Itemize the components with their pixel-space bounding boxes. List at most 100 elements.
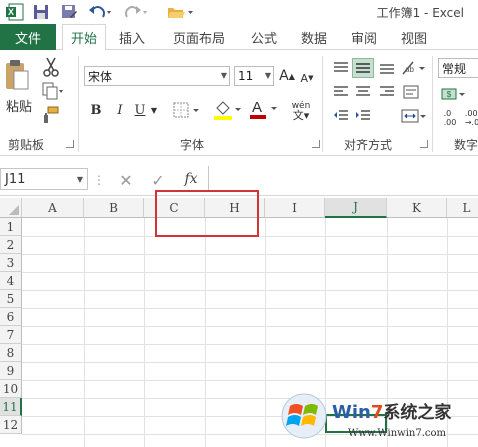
column-header[interactable]: L (447, 198, 478, 218)
chevron-down-icon: ▼ (264, 71, 271, 80)
watermark-brand-number: 7 (370, 402, 384, 423)
paste-button[interactable]: 粘贴 (4, 96, 34, 115)
orientation-icon[interactable]: ab (400, 58, 428, 78)
clipboard-launcher-icon[interactable] (66, 140, 74, 148)
row-header[interactable]: 5 (0, 290, 22, 308)
excel-logo-icon: X (4, 2, 26, 22)
merge-center-icon[interactable] (400, 106, 428, 126)
copy-icon[interactable] (40, 80, 66, 102)
row-header[interactable]: 10 (0, 380, 22, 398)
font-group-label: 字体 (180, 138, 205, 152)
align-top-icon[interactable] (330, 58, 352, 78)
select-all-corner[interactable] (0, 198, 22, 218)
confirm-entry-icon[interactable]: ✓ (146, 170, 170, 190)
tab-home[interactable]: 开始 (62, 24, 106, 51)
paste-icon[interactable] (4, 58, 30, 94)
chevron-down-icon: ▼ (220, 71, 227, 80)
tab-page-layout[interactable]: 页面布局 (166, 24, 232, 50)
undo-icon[interactable] (86, 2, 114, 22)
gridline (265, 218, 266, 447)
format-painter-icon[interactable] (40, 104, 62, 126)
insert-function-icon[interactable]: fx (178, 168, 204, 190)
increase-decimal-button[interactable]: .0 .00 (440, 106, 460, 130)
column-header[interactable]: A (22, 198, 84, 218)
fill-color-icon[interactable] (212, 98, 244, 122)
svg-text:ab: ab (405, 65, 414, 74)
column-header[interactable]: I (265, 198, 325, 218)
ribbon-tabs: 文件 开始 插入 页面布局 公式 数据 审阅 视图 (0, 24, 478, 51)
row-header[interactable]: 9 (0, 362, 22, 380)
font-color-button[interactable]: A (248, 96, 280, 122)
font-color-letter: A (252, 99, 262, 116)
gridline (22, 290, 478, 291)
group-separator (322, 56, 323, 152)
align-right-icon[interactable] (376, 82, 398, 102)
row-header[interactable]: 4 (0, 272, 22, 290)
gridline (205, 218, 206, 447)
column-header[interactable]: B (84, 198, 144, 218)
row-header-selected[interactable]: 11 (0, 398, 22, 416)
underline-dropdown-icon[interactable]: ▼ (148, 100, 160, 120)
name-box[interactable]: J11 ▼ (0, 168, 88, 190)
title-bar: X 工作簿1 - Excel (0, 0, 478, 24)
group-separator (78, 56, 79, 152)
tab-view[interactable]: 视图 (394, 24, 434, 50)
formula-input[interactable] (208, 166, 478, 192)
open-folder-icon[interactable] (164, 2, 198, 22)
font-name-combo[interactable]: 宋体 ▼ (84, 66, 230, 86)
phonetic-char-icon: 文▾ (292, 109, 310, 122)
increase-indent-icon[interactable] (352, 106, 374, 126)
tab-file[interactable]: 文件 (0, 24, 56, 50)
gridline (22, 254, 478, 255)
underline-button[interactable]: U (132, 100, 148, 120)
accounting-format-icon[interactable]: $ (440, 84, 468, 104)
gridline (84, 218, 85, 447)
borders-icon[interactable] (172, 100, 204, 120)
svg-text:X: X (8, 7, 14, 17)
save-icon[interactable] (30, 2, 52, 22)
decrease-indent-icon[interactable] (330, 106, 352, 126)
align-middle-icon[interactable] (352, 58, 374, 78)
gridline (22, 380, 478, 381)
row-header[interactable]: 3 (0, 254, 22, 272)
watermark-brand-cn: 系统之家 (383, 403, 452, 423)
align-left-icon[interactable] (330, 82, 352, 102)
grow-font-button[interactable]: A ▲ (278, 66, 296, 86)
chevron-down-icon: ▼ (76, 174, 83, 184)
font-size-combo[interactable]: 11 ▼ (234, 66, 274, 86)
gridline (22, 362, 478, 363)
row-header[interactable]: 7 (0, 326, 22, 344)
italic-button[interactable]: I (110, 100, 130, 120)
row-header[interactable]: 6 (0, 308, 22, 326)
column-header[interactable]: K (387, 198, 447, 218)
row-header[interactable]: 2 (0, 236, 22, 254)
font-size-value: 11 (238, 69, 254, 83)
watermark-brand: Win7系统之家 (332, 398, 451, 423)
cut-icon[interactable] (40, 56, 62, 78)
number-format-combo[interactable]: 常规 (438, 58, 478, 78)
save-as-icon[interactable] (58, 2, 80, 22)
font-name-value: 宋体 (88, 69, 113, 84)
decrease-decimal-button[interactable]: .00 →.0 (462, 106, 478, 130)
alignment-launcher-icon[interactable] (420, 140, 428, 148)
cancel-entry-icon[interactable]: ✕ (114, 170, 138, 190)
phonetic-guide-button[interactable]: wén 文▾ (286, 98, 316, 124)
column-header-selected[interactable]: J (325, 198, 387, 218)
tab-review[interactable]: 审阅 (344, 24, 384, 50)
font-launcher-icon[interactable] (312, 140, 320, 148)
shrink-font-button[interactable]: A ▼ (298, 68, 316, 88)
bold-button[interactable]: B (86, 100, 106, 120)
watermark-url: Www.Winwin7.com (348, 428, 446, 439)
align-bottom-icon[interactable] (376, 58, 398, 78)
row-header[interactable]: 8 (0, 344, 22, 362)
align-center-icon[interactable] (352, 82, 374, 102)
row-header[interactable]: 12 (0, 416, 22, 434)
name-box-value: J11 (5, 171, 26, 187)
redo-icon[interactable] (122, 2, 150, 22)
wrap-text-icon[interactable] (400, 82, 422, 102)
tab-data[interactable]: 数据 (294, 24, 334, 50)
tab-formulas[interactable]: 公式 (244, 24, 284, 50)
tab-insert[interactable]: 插入 (112, 24, 152, 50)
row-header[interactable]: 1 (0, 218, 22, 236)
number-group-label: 数字 (454, 138, 478, 152)
